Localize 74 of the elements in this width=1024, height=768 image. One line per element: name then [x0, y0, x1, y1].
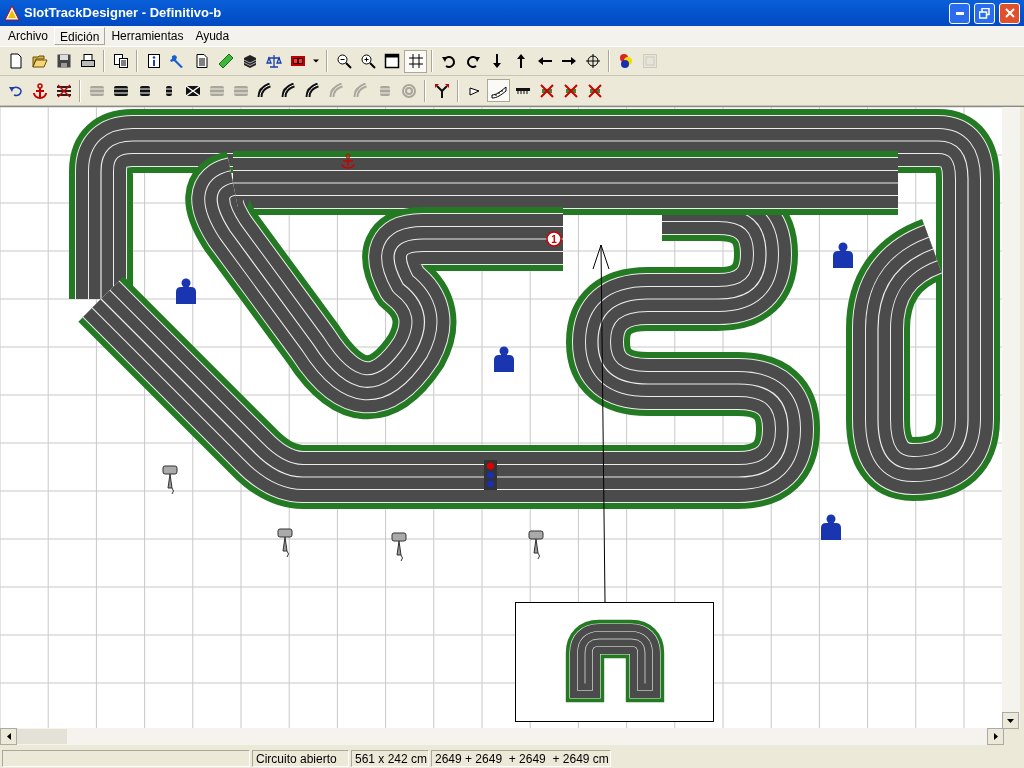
- copy-icon: [112, 53, 129, 69]
- hand-controller-icon: [528, 530, 544, 560]
- scroll-thumb[interactable]: [17, 729, 67, 744]
- traffic-light-icon: [484, 460, 497, 490]
- curved-lanes-icon: [280, 82, 297, 99]
- document-icon: [193, 53, 210, 69]
- printer-icon: [79, 53, 96, 69]
- hand-controller-icon: [162, 465, 178, 495]
- concentric-circles-icon: [400, 82, 417, 99]
- status-text: 561 x 242 cm: [351, 749, 429, 767]
- color-circles-icon: [617, 53, 634, 69]
- folder-icon: [31, 53, 48, 69]
- zoom-out-icon: [335, 53, 352, 69]
- right-arrow-icon: [993, 733, 998, 740]
- menu-item[interactable]: Archivo: [2, 27, 54, 45]
- rotate-left-icon: [440, 53, 457, 69]
- fork-icon: [433, 82, 450, 99]
- toolbar-button[interactable]: [487, 79, 510, 102]
- restore-button[interactable]: [974, 2, 995, 24]
- delete-x-icon: [586, 82, 603, 99]
- anchor-icon: [31, 82, 48, 99]
- close-icon: [1004, 8, 1015, 18]
- menu-item[interactable]: Herramientas: [105, 27, 190, 45]
- start-number-marker: 1: [546, 231, 562, 247]
- crossed-track-icon: [55, 82, 72, 99]
- status-text: Circuito abierto: [252, 749, 349, 767]
- picture-icon: [641, 53, 658, 69]
- left-arrow-icon: [6, 733, 11, 740]
- marshal-figure: [833, 242, 853, 268]
- horizontal-scrollbar[interactable]: [0, 728, 1004, 745]
- crosshair-icon: [584, 53, 601, 69]
- marshal-figure: [494, 346, 514, 372]
- curved-lanes-icon: [352, 82, 369, 99]
- window-title: SlotTrackDesigner - Definitivo-b: [24, 4, 223, 23]
- caret-icon: [313, 59, 319, 63]
- menu-item[interactable]: Ayuda: [189, 27, 236, 45]
- grid-icon: [407, 53, 424, 69]
- hand-controller-icon: [391, 532, 407, 562]
- down-arrow-icon: [1007, 718, 1014, 723]
- hand-controller-icon: [277, 528, 293, 558]
- info-icon: [145, 53, 162, 69]
- curved-lanes-icon: [304, 82, 321, 99]
- zoom-in-icon: [359, 53, 376, 69]
- rotate-right-icon: [464, 53, 481, 69]
- status-text: 2649 + 2649 + 2649 + 2649 cm: [431, 749, 611, 767]
- scales-icon: [265, 53, 282, 69]
- timer-icon: [289, 53, 306, 69]
- curved-lanes-icon: [328, 82, 345, 99]
- app-logo-icon: [4, 5, 20, 21]
- delete-x-icon: [538, 82, 555, 99]
- floppy-icon: [55, 53, 72, 69]
- window-icon: [383, 53, 400, 69]
- restore-icon: [979, 7, 990, 19]
- vertical-scrollbar[interactable]: [1002, 107, 1020, 729]
- curved-lanes-icon: [256, 82, 273, 99]
- toolbar-button[interactable]: [404, 49, 427, 73]
- barrier-icon: [515, 87, 530, 94]
- ruler-icon: [217, 53, 234, 69]
- minimize-button[interactable]: [949, 2, 970, 24]
- delete-x-icon: [562, 82, 579, 99]
- scroll-right-button[interactable]: [987, 728, 1004, 745]
- close-button[interactable]: [999, 2, 1020, 24]
- design-canvas[interactable]: 1: [0, 107, 1002, 729]
- layers-icon: [241, 53, 258, 69]
- anchor-icon: [341, 153, 355, 169]
- marshal-figure: [821, 514, 841, 540]
- page-icon: [7, 53, 24, 69]
- minimize-icon: [955, 11, 964, 15]
- menu-item[interactable]: Edición: [54, 27, 106, 45]
- scroll-left-button[interactable]: [0, 728, 17, 745]
- wrench-icon: [169, 53, 186, 69]
- crossover-icon: [184, 82, 201, 99]
- marshal-figure: [176, 278, 196, 304]
- scroll-down-button[interactable]: [1002, 712, 1019, 729]
